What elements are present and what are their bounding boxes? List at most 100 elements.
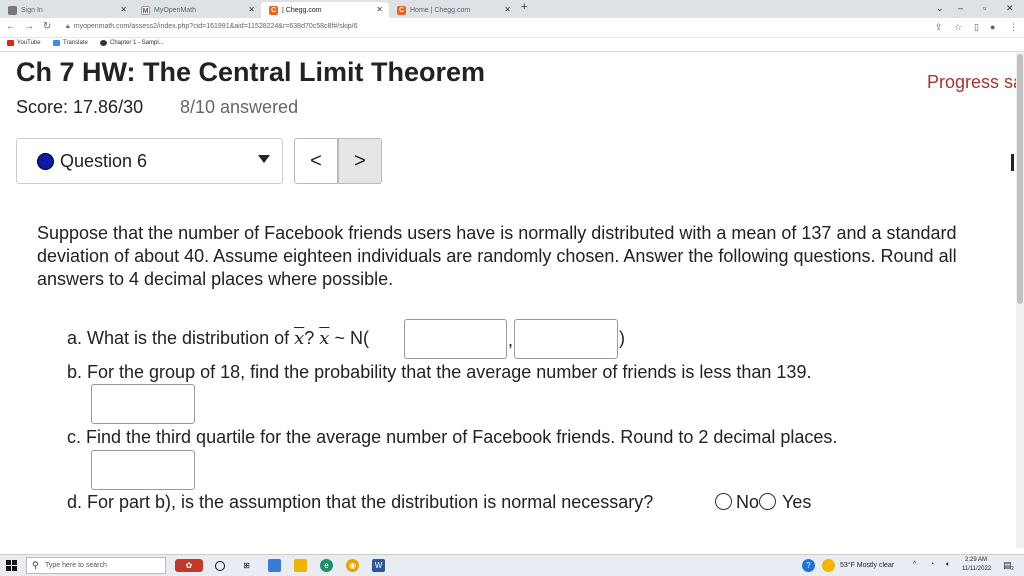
taskbar: ⚲ Type here to search ✿ ⊞ e ◉ W ? 53°F M…: [0, 554, 1024, 576]
bookmark-icon: [100, 40, 107, 46]
next-question-button[interactable]: >: [338, 138, 382, 184]
bookmark-label: Translate: [63, 40, 88, 46]
part-c: c. Find the third quartile for the avera…: [67, 427, 838, 447]
tray-chevron-icon[interactable]: ^: [913, 561, 916, 568]
search-placeholder: Type here to search: [45, 562, 107, 569]
progress-link[interactable]: Progress sa: [927, 72, 1016, 93]
tab-bar: Sign In ✕ M MyOpenMath ✕ C | Chegg.com ✕…: [0, 0, 1024, 18]
reload-icon[interactable]: ↻: [43, 21, 51, 32]
part-a-mid: ?: [304, 328, 320, 348]
previous-question-button[interactable]: <: [294, 138, 338, 184]
weather-text[interactable]: 53°F Mostly clear: [840, 562, 894, 569]
edge-icon[interactable]: e: [320, 559, 333, 572]
task-view-icon[interactable]: ⊞: [240, 559, 253, 572]
bookmark-label: YouTube: [17, 40, 41, 46]
tab-label: | Chegg.com: [282, 6, 322, 14]
profile-icon[interactable]: ●: [990, 22, 995, 32]
side-panel-edge: [1011, 154, 1014, 171]
scrollbar-thumb[interactable]: [1017, 54, 1023, 304]
word-icon[interactable]: W: [372, 559, 385, 572]
menu-icon[interactable]: ⋮: [1009, 22, 1018, 33]
part-a: a. What is the distribution of x? x ~ N(: [67, 328, 369, 349]
url-text: myopenmath.com/assess2/index.php?cid=161…: [73, 23, 358, 30]
answered-count: 8/10 answered: [180, 97, 299, 117]
window-close-icon[interactable]: ✕: [1006, 3, 1014, 14]
clock-time[interactable]: 2:29 AM: [965, 557, 987, 563]
share-icon[interactable]: ⇪: [935, 22, 943, 33]
cortana-icon[interactable]: [215, 561, 225, 571]
chegg-icon: C: [397, 5, 406, 15]
quartile-answer-input[interactable]: [91, 450, 195, 490]
tab-chegg-home[interactable]: C Home | Chegg.com ✕: [389, 2, 517, 18]
tab-label: Sign In: [21, 6, 43, 14]
volume-icon[interactable]: 🔈︎: [946, 561, 950, 569]
radio-yes-label[interactable]: Yes: [782, 492, 811, 513]
part-a-mid2: ~ N(: [329, 328, 369, 348]
windows-start-icon[interactable]: [6, 560, 17, 571]
bookmark-translate[interactable]: Translate: [53, 40, 88, 46]
search-icon: ⚲: [32, 560, 39, 570]
youtube-icon: [7, 40, 14, 46]
comma: ,: [508, 330, 514, 350]
tab-label: Home | Chegg.com: [410, 6, 471, 14]
xbar-symbol: x: [319, 328, 330, 349]
page-content: Ch 7 HW: The Central Limit Theorem Progr…: [0, 52, 1016, 548]
restore-icon[interactable]: ▫: [983, 3, 986, 13]
page-scrollbar[interactable]: [1016, 52, 1024, 548]
radio-no-label[interactable]: No: [736, 492, 759, 513]
tab-sign-in[interactable]: Sign In ✕: [0, 2, 133, 18]
weather-icon: [822, 559, 835, 572]
bookmarks-bar: YouTube Translate Chapter 1 - Sampl...: [0, 38, 1024, 52]
translate-icon: [53, 40, 60, 46]
caret-down-icon: [258, 155, 270, 163]
notifications-count: 2: [1011, 566, 1014, 572]
lock-icon: 🔒︎: [66, 23, 70, 30]
question-text: Suppose that the number of Facebook frie…: [37, 223, 957, 289]
radio-yes[interactable]: [759, 493, 776, 510]
score-text: Score: 17.86/30: [16, 97, 144, 117]
bookmark-chapter[interactable]: Chapter 1 - Sampl...: [100, 40, 164, 46]
tab-label: MyOpenMath: [154, 6, 197, 14]
tab-search-icon[interactable]: ⌄: [936, 3, 944, 14]
part-b: b. For the group of 18, find the probabi…: [67, 362, 812, 382]
explorer-icon[interactable]: [268, 559, 281, 572]
bookmark-label: Chapter 1 - Sampl...: [110, 40, 164, 46]
close-icon[interactable]: ✕: [376, 5, 383, 14]
close-paren: ): [619, 328, 625, 348]
news-widget-icon[interactable]: ✿: [175, 559, 203, 572]
close-icon[interactable]: ✕: [120, 5, 127, 14]
part-d: d. For part b), is the assumption that t…: [67, 492, 654, 512]
close-icon[interactable]: ✕: [504, 5, 511, 14]
close-icon[interactable]: ✕: [248, 5, 255, 14]
tab-chegg[interactable]: C | Chegg.com ✕: [261, 2, 389, 18]
minimize-icon[interactable]: –: [958, 3, 963, 13]
probability-answer-input[interactable]: [91, 384, 195, 424]
std-answer-input[interactable]: [514, 319, 618, 359]
forward-icon[interactable]: →: [24, 21, 34, 32]
question-select-label: Question 6: [60, 151, 148, 171]
xbar-symbol: x: [294, 328, 305, 349]
network-icon[interactable]: ◔: [930, 561, 934, 568]
url-field[interactable]: 🔒︎ myopenmath.com/assess2/index.php?cid=1…: [66, 23, 358, 31]
taskbar-search[interactable]: ⚲ Type here to search: [26, 557, 166, 574]
back-icon[interactable]: ←: [6, 21, 16, 32]
user-icon: [8, 5, 17, 15]
help-icon[interactable]: ?: [802, 559, 815, 572]
file-folder-icon[interactable]: [294, 559, 307, 572]
page-title: Ch 7 HW: The Central Limit Theorem: [16, 57, 486, 87]
radio-no[interactable]: [715, 493, 732, 510]
clock-date[interactable]: 11/11/2022: [962, 566, 991, 572]
bookmark-youtube[interactable]: YouTube: [7, 40, 41, 46]
star-icon[interactable]: ☆: [954, 22, 962, 33]
myopenmath-icon: M: [141, 5, 150, 15]
part-a-prefix: a. What is the distribution of: [67, 328, 295, 348]
question-select[interactable]: Question 6: [16, 138, 283, 184]
tab-myopenmath[interactable]: M MyOpenMath ✕: [133, 2, 261, 18]
address-bar: ← → ↻ 🔒︎ myopenmath.com/assess2/index.php…: [0, 18, 1024, 38]
new-tab-button[interactable]: +: [521, 1, 527, 13]
chrome-icon[interactable]: ◉: [346, 559, 359, 572]
extensions-icon[interactable]: ▯: [974, 22, 979, 33]
mean-answer-input[interactable]: [404, 319, 507, 359]
chegg-icon: C: [269, 5, 278, 15]
question-status-dot: [37, 153, 54, 170]
